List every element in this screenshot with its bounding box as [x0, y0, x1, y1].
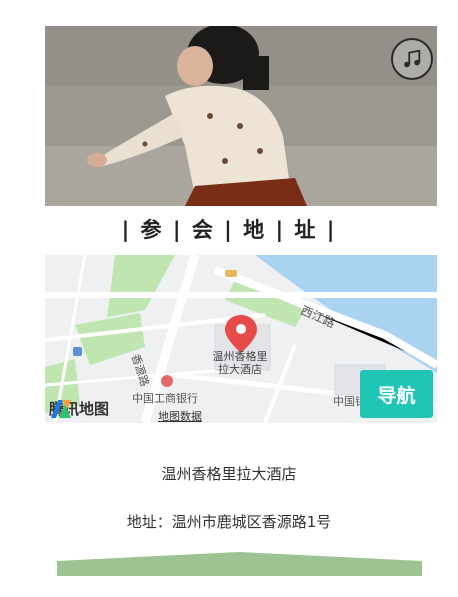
music-note-icon: [404, 49, 421, 68]
map-hotel-label-line2: 拉大酒店: [218, 363, 262, 376]
map-data-link[interactable]: 地图数据: [158, 408, 202, 423]
music-toggle-button[interactable]: [391, 38, 433, 80]
section-title: | 参 | 会 | 地 | 址 |: [121, 218, 337, 242]
venue-address: 地址：温州市鹿城区香源路1号: [126, 513, 332, 531]
map-hotel-label-line1: 温州香格里: [212, 350, 268, 363]
map-hotel-label: 温州香格里 拉大酒店: [205, 350, 275, 376]
navigate-button[interactable]: 导航: [360, 370, 433, 418]
tencent-map-logo-icon: [51, 400, 71, 418]
map-bank-label: 中国工商银行: [132, 392, 198, 405]
decorative-bottom-bar: [57, 552, 422, 576]
tencent-map-logo: 腾讯地图: [49, 398, 109, 419]
venue-name: 温州香格里拉大酒店: [161, 465, 297, 483]
hero-illustration: [45, 26, 437, 206]
hero-photo: [45, 26, 437, 206]
